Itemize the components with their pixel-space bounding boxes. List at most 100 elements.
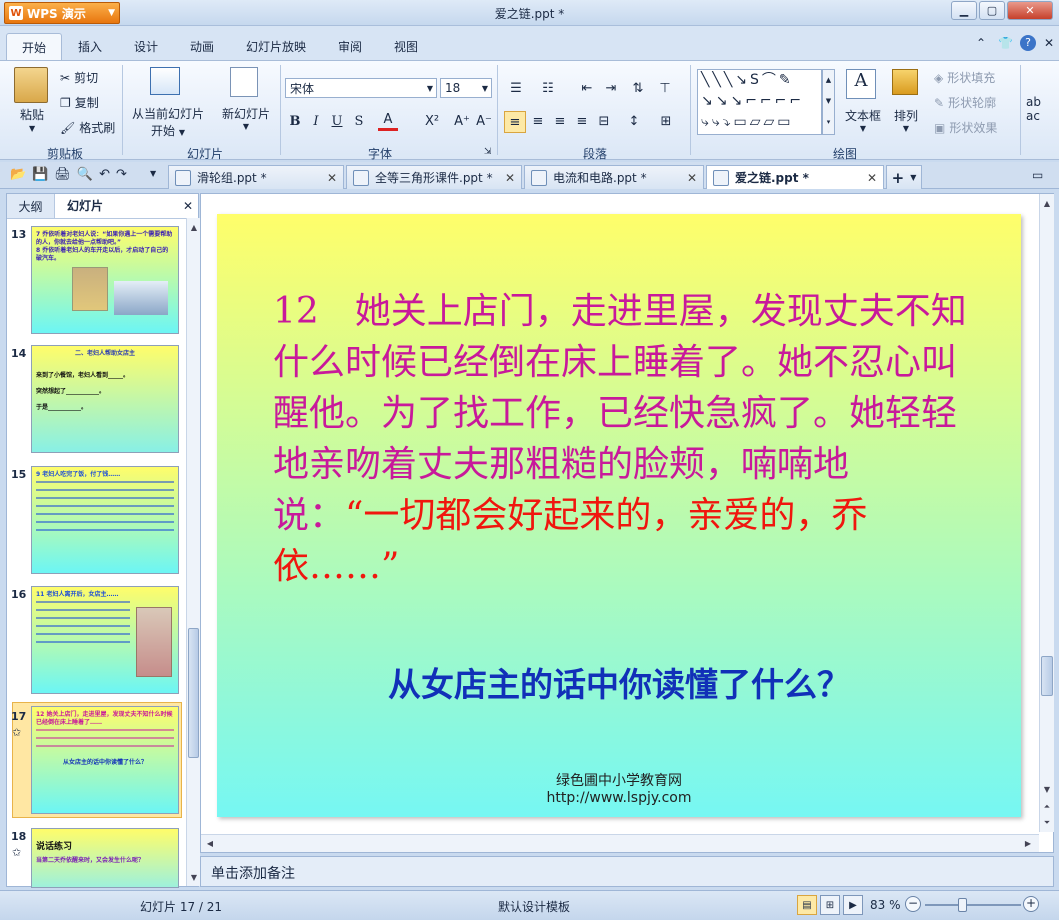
- caret-up-icon[interactable]: ⌃: [976, 36, 986, 50]
- scroll-left-icon[interactable]: ◀: [203, 836, 217, 850]
- scroll-down-icon[interactable]: ▼: [187, 870, 201, 884]
- next-slide-icon[interactable]: ⏷: [1040, 816, 1054, 830]
- font-color-button[interactable]: A: [378, 111, 398, 131]
- scroll-thumb[interactable]: [188, 628, 199, 758]
- align-center-button[interactable]: ≡: [528, 111, 548, 131]
- justify-button[interactable]: ≡: [572, 111, 592, 131]
- quick-access-toolbar[interactable]: 📂💾🖨🔍↶↷: [10, 167, 133, 182]
- normal-view-button[interactable]: ▤: [797, 895, 817, 915]
- scroll-down-icon[interactable]: ▼: [1040, 782, 1054, 796]
- thumbnail-scrollbar[interactable]: ▲ ▼: [186, 218, 200, 886]
- slide-question[interactable]: 从女店主的话中你读懂了什么？: [217, 658, 1021, 706]
- slide-thumbnail-18[interactable]: 说话练习 当第二天乔依醒来时，又会发生什么呢？: [31, 828, 179, 888]
- minimize-button[interactable]: ▁: [951, 1, 977, 20]
- bullets-button[interactable]: ☰: [506, 78, 526, 98]
- new-tab-button[interactable]: + ▼: [886, 165, 922, 189]
- close-button[interactable]: ✕: [1007, 1, 1053, 20]
- close-ribbon-icon[interactable]: ✕: [1044, 36, 1054, 50]
- increase-indent-button[interactable]: ⇥: [601, 78, 621, 98]
- decrease-font-button[interactable]: A⁻: [474, 111, 494, 131]
- doc-tab-3[interactable]: 电流和电路.ppt * ✕: [524, 165, 704, 189]
- close-panel-icon[interactable]: ✕: [183, 199, 193, 213]
- line-spacing-button[interactable]: ↕: [624, 111, 644, 131]
- slide-sorter-button[interactable]: ⊞: [820, 895, 840, 915]
- shape-outline-button[interactable]: ✎ 形状轮廓: [934, 94, 996, 111]
- zoom-slider-track[interactable]: [925, 904, 1021, 906]
- ppt-file-icon: [531, 169, 547, 186]
- previous-slide-icon[interactable]: ⏶: [1040, 800, 1054, 814]
- align-right-button[interactable]: ≡: [550, 111, 570, 131]
- thumb-number: 17: [11, 710, 27, 723]
- tab-review[interactable]: 审阅: [338, 38, 362, 55]
- slideshow-button[interactable]: ▶: [843, 895, 863, 915]
- copy-button[interactable]: ❐ 复制: [60, 94, 99, 111]
- new-slide-button[interactable]: 新幻灯片 ▼: [216, 105, 276, 131]
- more-tools-icon[interactable]: ab ac: [1026, 95, 1041, 123]
- paste-button[interactable]: 粘贴: [20, 106, 44, 123]
- close-tab-icon[interactable]: ✕: [687, 171, 697, 185]
- tab-insert[interactable]: 插入: [78, 38, 102, 55]
- slide-body-text[interactable]: 12 她关上店门，走进里屋，发现丈夫不知什么时候已经倒在床上睡着了。她不忍心叫醒…: [273, 286, 973, 592]
- font-name-select[interactable]: 宋体 ▼: [285, 78, 437, 98]
- slide-thumbnail-17[interactable]: 12 她关上店门，走进里屋，发现丈夫不知什么时候已经倒在床上睡着了…… 从女店主…: [31, 706, 179, 814]
- align-text-button[interactable]: ⊤: [655, 78, 675, 98]
- tab-slideshow[interactable]: 幻灯片放映: [246, 38, 306, 55]
- tab-list-icon[interactable]: ▭: [1032, 168, 1043, 182]
- shapes-gallery[interactable]: ╲╲╲↘S⌒✎ ↘↘↘⌐⌐⌐⌐ ⤷⤷⤵▭▱▱▭: [697, 69, 822, 135]
- close-tab-icon[interactable]: ✕: [867, 171, 877, 185]
- arrange-button[interactable]: 排列 ▼: [888, 107, 924, 133]
- maximize-button[interactable]: ▢: [979, 1, 1005, 20]
- bold-button[interactable]: B: [285, 111, 305, 131]
- underline-button[interactable]: U: [327, 111, 347, 131]
- align-left-button[interactable]: ≡: [504, 111, 526, 133]
- shirt-icon[interactable]: 👕: [998, 36, 1013, 50]
- strikethrough-button[interactable]: S: [349, 111, 369, 131]
- distribute-button[interactable]: ⊟: [594, 111, 614, 131]
- tab-home[interactable]: 开始: [6, 33, 62, 60]
- cut-button[interactable]: ✂ 剪切: [60, 69, 98, 86]
- zoom-slider-thumb[interactable]: [958, 898, 967, 912]
- close-tab-icon[interactable]: ✕: [327, 171, 337, 185]
- text-direction-button[interactable]: ⇅: [628, 78, 648, 98]
- tab-view[interactable]: 视图: [394, 38, 418, 55]
- tab-design[interactable]: 设计: [134, 38, 158, 55]
- slide-thumbnail-13[interactable]: 7 乔依听着对老妇人说：“如果你遇上一个需要帮助的人，你就去给他一点帮助吧。” …: [31, 226, 179, 334]
- tab-outline[interactable]: 大纲: [7, 194, 55, 218]
- tab-slides[interactable]: 幻灯片: [57, 194, 113, 218]
- slide-thumbnail-14[interactable]: 二、老妇人帮助女店主 来到了小餐馆，老妇人看到_____。 突然想起了_____…: [31, 345, 179, 453]
- doc-tab-2[interactable]: 全等三角形课件.ppt * ✕: [346, 165, 522, 189]
- scroll-thumb[interactable]: [1041, 656, 1053, 696]
- increase-font-button[interactable]: A⁺: [452, 111, 472, 131]
- slide-thumbnail-16[interactable]: 11 老妇人离开后，女店主……: [31, 586, 179, 694]
- current-slide[interactable]: 12 她关上店门，走进里屋，发现丈夫不知什么时候已经倒在床上睡着了。她不忍心叫醒…: [217, 214, 1021, 817]
- zoom-out-button[interactable]: −: [905, 896, 921, 912]
- dialog-launcher-icon[interactable]: ⇲: [484, 147, 492, 157]
- editor-horizontal-scrollbar[interactable]: ◀ ▶: [201, 834, 1039, 852]
- italic-button[interactable]: I: [306, 111, 326, 131]
- close-tab-icon[interactable]: ✕: [505, 171, 515, 185]
- scroll-up-icon[interactable]: ▲: [1040, 196, 1054, 210]
- help-icon[interactable]: ?: [1020, 35, 1036, 51]
- decrease-indent-button[interactable]: ⇤: [577, 78, 597, 98]
- tab-animation[interactable]: 动画: [190, 38, 214, 55]
- numbering-button[interactable]: ☷: [538, 78, 558, 98]
- textbox-button[interactable]: 文本框 ▼: [843, 107, 883, 133]
- shape-effect-button[interactable]: ▣ 形状效果: [934, 119, 997, 136]
- columns-button[interactable]: ⊞: [656, 111, 676, 131]
- shape-fill-button[interactable]: ◈ 形状填充: [934, 69, 995, 86]
- doc-tab-4[interactable]: 爱之链.ppt * ✕: [706, 165, 884, 189]
- customize-toolbar-icon[interactable]: ▼: [150, 169, 156, 178]
- from-current-slide-button[interactable]: 从当前幻灯片 开始 ▼: [130, 105, 206, 139]
- zoom-in-button[interactable]: +: [1023, 896, 1039, 912]
- superscript-button[interactable]: X²: [422, 111, 442, 131]
- doc-tab-1[interactable]: 滑轮组.ppt * ✕: [168, 165, 344, 189]
- format-painter-button[interactable]: 🖌 格式刷: [60, 119, 115, 136]
- notes-pane[interactable]: 单击添加备注: [200, 856, 1054, 887]
- editor-vertical-scrollbar[interactable]: ▲ ▼ ⏶ ⏷: [1039, 194, 1054, 832]
- gallery-scroll[interactable]: ▲ ▼ ▾: [822, 69, 835, 135]
- scroll-right-icon[interactable]: ▶: [1021, 836, 1035, 850]
- font-size-select[interactable]: 18 ▼: [440, 78, 492, 98]
- scroll-up-icon[interactable]: ▲: [187, 220, 201, 234]
- chevron-down-icon[interactable]: ▼: [29, 124, 35, 133]
- slide-thumbnail-15[interactable]: 9 老妇人吃完了饭，付了钱……: [31, 466, 179, 574]
